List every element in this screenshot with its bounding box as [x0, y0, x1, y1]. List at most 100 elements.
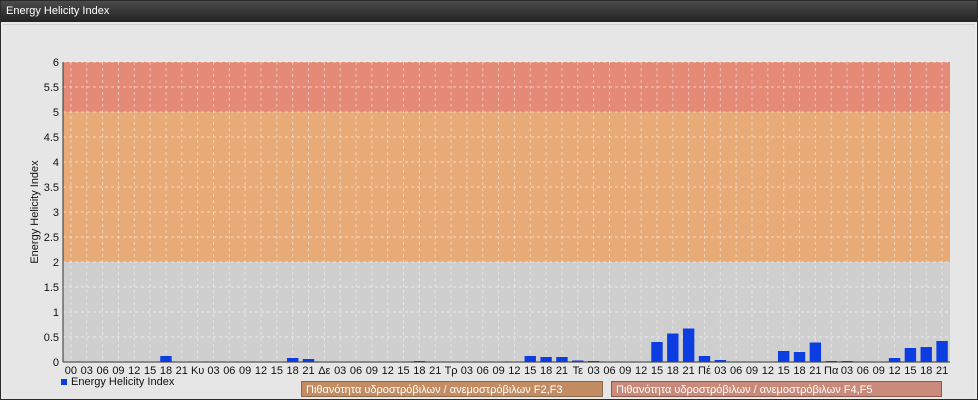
x-tick-label: Κυ	[191, 365, 204, 377]
bar	[603, 361, 616, 362]
x-tick-label: 15	[778, 365, 790, 377]
bar	[65, 361, 77, 362]
x-tick-label: Πα	[824, 365, 839, 377]
y-tick-label: 4	[53, 157, 59, 169]
bar	[857, 361, 869, 362]
x-tick-label: 03	[334, 365, 346, 377]
x-tick-label: 03	[587, 365, 599, 377]
bar	[445, 361, 457, 362]
y-tick-label: 2.5	[44, 232, 59, 244]
bar	[144, 361, 156, 362]
legend[interactable]: Energy Helicity Index	[61, 376, 174, 388]
bar	[873, 361, 885, 362]
x-tick-label: 06	[603, 365, 615, 377]
x-tick-label: 06	[730, 365, 742, 377]
bar	[286, 358, 299, 362]
x-tick-label: 12	[508, 365, 520, 377]
bar	[682, 328, 695, 362]
x-tick-label: 21	[302, 365, 314, 377]
bar	[334, 361, 346, 362]
legend-swatch	[61, 379, 67, 386]
x-tick-label: 03	[461, 365, 473, 377]
x-tick-label: 21	[176, 365, 188, 377]
bar	[730, 361, 742, 362]
y-tick-label: 0.5	[44, 332, 59, 344]
bar	[635, 361, 647, 362]
x-tick-label: 18	[540, 365, 552, 377]
bar	[96, 361, 109, 362]
x-tick-label: 12	[888, 365, 900, 377]
bar	[920, 347, 932, 362]
bar	[793, 352, 806, 362]
bar	[81, 361, 93, 362]
ehi-chart: 00.511.522.533.544.555.5600 03 06 09 12 15 18 2…	[29, 57, 950, 377]
bar	[366, 361, 378, 362]
y-tick-label: 3.5	[44, 182, 59, 194]
x-tick-label: Δε	[318, 365, 330, 377]
x-tick-label: Τε	[573, 365, 584, 377]
bar	[698, 356, 711, 362]
band-f2-f3-button[interactable]: Πιθανότητα υδροστρόβιλων / ανεμοστρόβιλω…	[301, 381, 603, 397]
x-tick-label: 09	[873, 365, 885, 377]
x-tick-label: 09	[366, 365, 378, 377]
x-tick-label: 15	[397, 365, 409, 377]
x-tick-label: 21	[809, 365, 821, 377]
y-tick-label: 2	[53, 257, 59, 269]
y-tick-label: 6	[53, 57, 59, 69]
x-tick-label: 06	[857, 365, 869, 377]
bar	[382, 361, 394, 362]
x-tick-label: 09	[492, 365, 504, 377]
bar	[239, 361, 251, 362]
bar	[112, 361, 125, 362]
bar	[128, 361, 140, 362]
bar	[841, 361, 853, 362]
bar	[762, 361, 774, 362]
bar	[777, 351, 790, 362]
chart-window: Energy Helicity Index 0 0.5 1 1.5 2 2.5 3 3.5 4 4…	[0, 0, 978, 400]
bar	[477, 361, 489, 362]
bar	[223, 361, 236, 362]
x-tick-label: 15	[524, 365, 536, 377]
x-tick-label: 21	[429, 365, 441, 377]
y-tick-label: 1.5	[44, 282, 59, 294]
bar	[255, 361, 267, 362]
bar	[651, 342, 663, 362]
y-tick-label: 5	[53, 107, 59, 119]
bar	[746, 361, 758, 362]
bar	[492, 361, 505, 362]
bar	[667, 333, 679, 362]
x-tick-label: 21	[556, 365, 568, 377]
x-tick-label: 15	[651, 365, 663, 377]
x-tick-label: Πέ	[698, 365, 711, 377]
bar	[572, 360, 584, 362]
y-tick-label: 3	[53, 207, 59, 219]
bar	[904, 348, 917, 362]
bar	[160, 356, 172, 362]
bar	[809, 342, 822, 362]
x-tick-label: 12	[382, 365, 394, 377]
bar	[619, 361, 631, 362]
bar	[524, 356, 536, 362]
x-tick-label: 06	[350, 365, 362, 377]
x-tick-label: 09	[619, 365, 631, 377]
legend-label: Energy Helicity Index	[71, 376, 175, 388]
bar	[271, 361, 283, 362]
y-tick-label: 1	[53, 307, 59, 319]
bar	[825, 361, 837, 362]
bar	[397, 361, 410, 362]
x-tick-label: 21	[683, 365, 695, 377]
x-tick-label: 21	[936, 365, 948, 377]
bar	[207, 361, 220, 362]
y-tick-label: 4.5	[44, 132, 59, 144]
bar	[540, 357, 552, 362]
bar	[413, 361, 426, 362]
window-title: Energy Helicity Index	[6, 5, 110, 17]
band-f4-f5-button[interactable]: Πιθανότητα υδροστρόβιλων / ανεμοστρόβιλω…	[611, 381, 942, 397]
y-axis-title: Energy Helicity Index	[29, 160, 41, 264]
x-tick-label: 15	[271, 365, 283, 377]
x-tick-label: 18	[413, 365, 425, 377]
x-tick-label: 09	[239, 365, 251, 377]
x-tick-label: 12	[635, 365, 647, 377]
bar	[556, 357, 568, 362]
bar	[461, 361, 473, 362]
